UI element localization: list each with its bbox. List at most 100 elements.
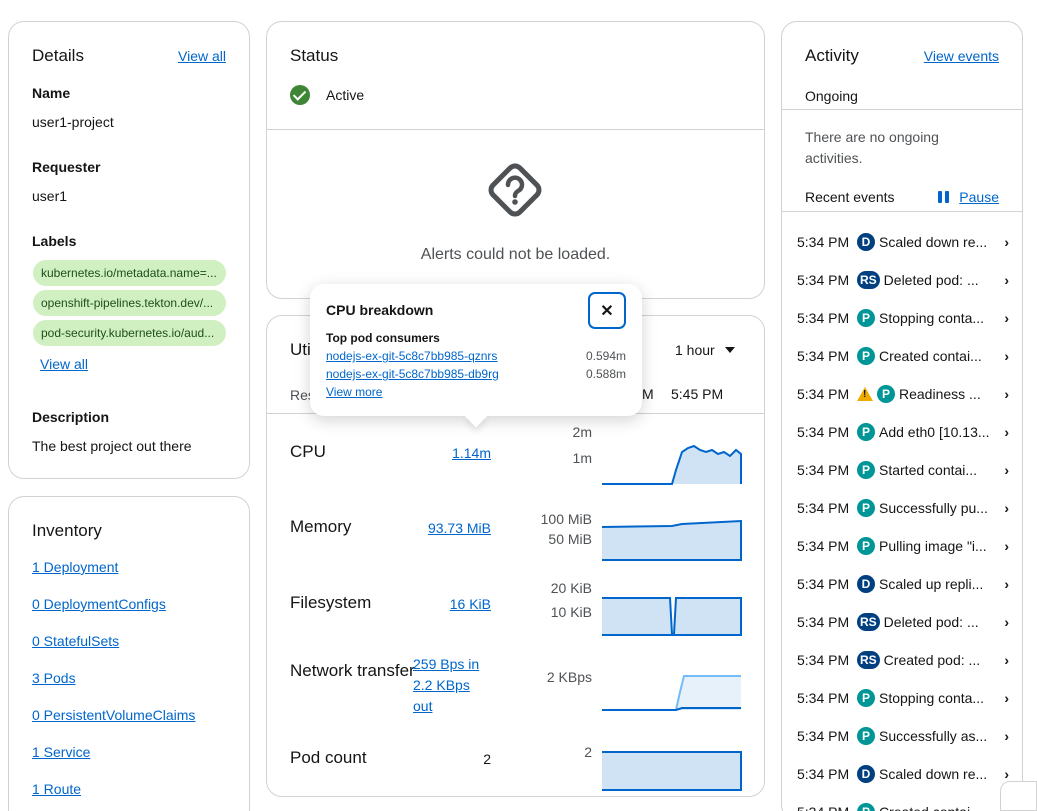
labels-view-all-link[interactable]: View all [40, 356, 88, 372]
time-range-dropdown[interactable]: 1 hour [675, 342, 735, 358]
event-row[interactable]: 5:34 PM PReadiness ... › [797, 383, 1009, 405]
label-chip[interactable]: kubernetes.io/metadata.name=... [33, 260, 226, 286]
pod-cpu-value: 0.588m [585, 367, 626, 381]
event-time: 5:34 PM [797, 538, 850, 554]
event-row[interactable]: 5:34 PM P Stopping conta... › [797, 687, 1009, 709]
status-title: Status [290, 46, 339, 65]
network-sparkline[interactable] [602, 670, 742, 714]
memory-value-link[interactable]: 93.73 MiB [428, 520, 491, 536]
inventory-services-link[interactable]: 1 Service [32, 744, 90, 760]
pod-link[interactable]: nodejs-ex-git-5c8c7bb985-qznrs [326, 349, 497, 363]
name-value: user1-project [32, 114, 114, 130]
pause-label: Pause [959, 189, 999, 205]
resource-badge: D [857, 575, 875, 593]
event-time: 5:34 PM [797, 310, 850, 326]
label-chip[interactable]: pod-security.kubernetes.io/aud... [33, 320, 226, 346]
inventory-deploymentconfigs-link[interactable]: 0 DeploymentConfigs [32, 596, 166, 612]
event-row[interactable]: 5:34 PMPCreated contai...› [797, 801, 1009, 811]
pod-count-y-tick: 2 [584, 744, 592, 760]
resource-badge: D [857, 233, 875, 251]
pause-icon [938, 191, 950, 203]
close-button[interactable]: ✕ [588, 292, 626, 329]
event-row[interactable]: 5:34 PM RS Created pod: ... › [797, 649, 1009, 671]
status-card: Status Active Alerts could not be loaded… [266, 21, 765, 299]
status-value: Active [326, 87, 365, 103]
event-row[interactable]: 5:34 PM P Add eth0 [10.13... › [797, 421, 1009, 443]
event-row[interactable]: 5:34 PM RS Deleted pod: ... › [797, 611, 1009, 633]
chevron-right-icon: › [1004, 538, 1009, 554]
network-out-value: 2.2 KBps [413, 677, 470, 693]
filesystem-sparkline[interactable] [602, 592, 742, 638]
event-row[interactable]: 5:34 PM D Scaled down re... › [797, 231, 1009, 253]
cpu-sparkline[interactable] [602, 436, 742, 486]
details-view-all-link[interactable]: View all [178, 48, 226, 64]
event-row[interactable]: 5:34 PMPCreated contai...› [797, 345, 1009, 367]
label-chip[interactable]: openshift-pipelines.tekton.dev/... [33, 290, 226, 316]
quick-help-widget[interactable] [1000, 781, 1037, 811]
event-message: Deleted pod: ... [883, 272, 979, 288]
chevron-right-icon: › [1004, 348, 1009, 364]
resource-badge: P [857, 423, 875, 441]
question-circle-icon [488, 163, 542, 217]
filesystem-y-tick: 10 KiB [550, 604, 592, 620]
event-message: Successfully pu... [879, 500, 988, 516]
utilization-title: Uti [290, 340, 311, 359]
chevron-right-icon: › [1004, 728, 1009, 744]
description-value: The best project out there [32, 438, 192, 454]
inventory-deployments-link[interactable]: 1 Deployment [32, 559, 118, 575]
network-y-tick: 2 KBps [546, 669, 592, 685]
status-row: Active [290, 85, 364, 105]
popover-subtitle: Top pod consumers [326, 331, 440, 345]
event-message: Created contai... [879, 804, 995, 811]
inventory-statefulsets-link[interactable]: 0 StatefulSets [32, 633, 119, 649]
details-title: Details [32, 46, 84, 65]
memory-sparkline[interactable] [602, 516, 742, 562]
resource-badge: P [857, 309, 875, 327]
chevron-right-icon: › [1004, 234, 1009, 250]
event-row[interactable]: 5:34 PM P Pulling image "i... › [797, 535, 1009, 557]
event-row[interactable]: 5:34 PM D Scaled up repli... › [797, 573, 1009, 595]
close-icon: ✕ [600, 302, 614, 320]
inventory-routes-link[interactable]: 1 Route [32, 781, 81, 797]
event-row[interactable]: 5:34 PM P Successfully pu... › [797, 497, 1009, 519]
event-row[interactable]: 5:34 PM D Scaled down re... › [797, 763, 1009, 785]
event-row[interactable]: 5:34 PM P Stopping conta... › [797, 307, 1009, 329]
cpu-y-tick: 1m [572, 450, 592, 466]
event-time: 5:34 PM [797, 462, 850, 478]
event-row[interactable]: 5:34 PM RS Deleted pod: ... › [797, 269, 1009, 291]
pod-count-sparkline[interactable] [602, 750, 742, 792]
chevron-right-icon: › [1004, 766, 1009, 782]
pod-link[interactable]: nodejs-ex-git-5c8c7bb985-db9rg [326, 367, 499, 381]
cpu-value-link[interactable]: 1.14m [452, 445, 491, 461]
chevron-right-icon: › [1004, 310, 1009, 326]
event-row[interactable]: 5:34 PM P Successfully as... › [797, 725, 1009, 747]
inventory-pods-link[interactable]: 3 Pods [32, 670, 76, 686]
view-more-link[interactable]: View more [326, 385, 382, 399]
event-time: 5:34 PM [797, 728, 850, 744]
check-circle-icon [290, 85, 310, 105]
time-tick: 5:45 PM [671, 386, 724, 402]
event-message: Started contai... [879, 462, 978, 478]
event-message: Scaled up repli... [879, 576, 984, 592]
inventory-card: Inventory 1 Deployment 0 DeploymentConfi… [8, 496, 250, 811]
memory-label: Memory [290, 517, 352, 536]
event-message: Deleted pod: ... [883, 614, 979, 630]
no-ongoing-message: There are no ongoing activities. [805, 129, 939, 166]
view-events-link[interactable]: View events [924, 48, 999, 64]
divider [267, 129, 764, 130]
pod-count-value: 2 [483, 751, 491, 767]
event-message: Scaled down re... [879, 766, 988, 782]
inventory-pvcs-link[interactable]: 0 PersistentVolumeClaims [32, 707, 195, 723]
event-message: Created contai... [879, 348, 982, 364]
pause-button[interactable]: Pause [938, 189, 999, 205]
network-value-link[interactable]: 259 Bps in 2.2 KBps out [413, 654, 503, 717]
event-time: 5:34 PM [797, 766, 850, 782]
event-time: 5:34 PM [797, 652, 850, 668]
event-row[interactable]: 5:34 PM P Started contai... › [797, 459, 1009, 481]
warning-icon [857, 387, 873, 401]
filesystem-value-link[interactable]: 16 KiB [450, 596, 491, 612]
time-tick: M [642, 386, 654, 402]
activity-header: Activity View events [805, 46, 999, 66]
event-message: Add eth0 [10.13... [879, 424, 990, 440]
event-time: 5:34 PM [797, 386, 850, 402]
